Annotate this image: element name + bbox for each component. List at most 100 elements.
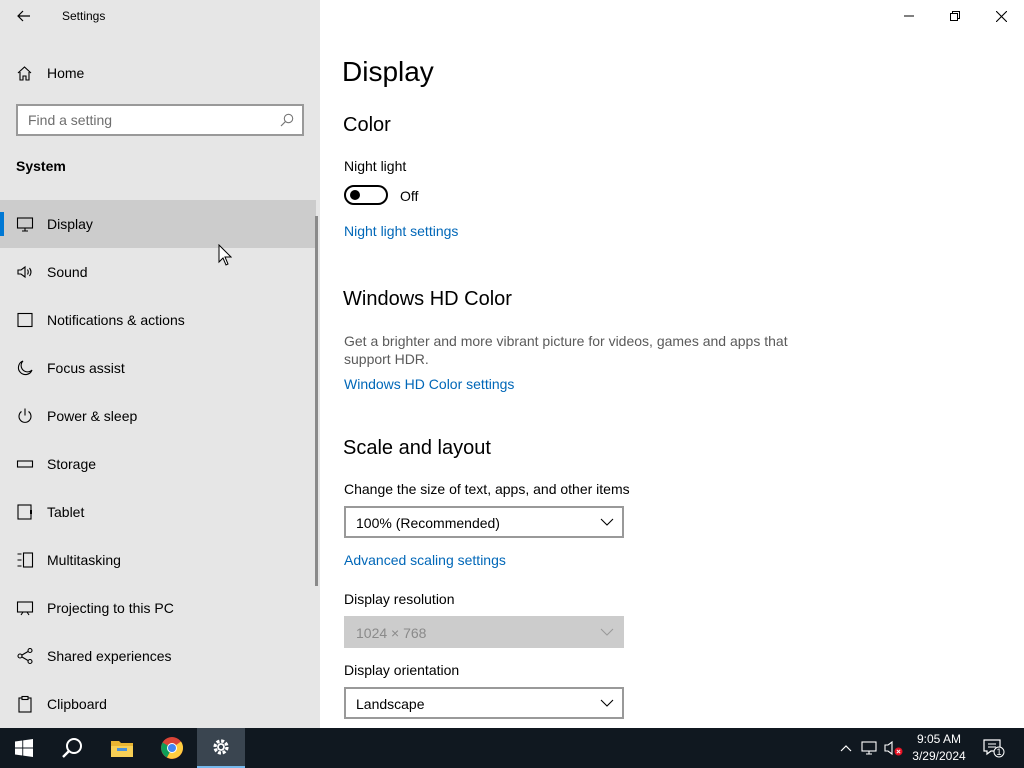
monitor-icon bbox=[16, 217, 34, 232]
power-icon bbox=[18, 408, 32, 423]
section-heading-hd-color: Windows HD Color bbox=[343, 288, 512, 310]
taskbar: 9:05 AM 3/29/2024 1 bbox=[0, 728, 1024, 768]
resolution-value: 1024 × 768 bbox=[356, 625, 427, 641]
search-icon bbox=[62, 738, 82, 758]
night-light-settings-link[interactable]: Night light settings bbox=[344, 223, 458, 239]
sidebar-item-label: Power & sleep bbox=[47, 408, 138, 424]
network-tray-button[interactable] bbox=[860, 738, 880, 758]
sidebar-item-tablet[interactable]: Tablet bbox=[0, 488, 316, 536]
sidebar-scrollbar[interactable] bbox=[315, 216, 318, 586]
speaker-icon bbox=[17, 265, 32, 279]
sidebar-item-label: Display bbox=[47, 216, 93, 232]
sidebar-item-focus-assist[interactable]: Focus assist bbox=[0, 344, 316, 392]
scale-value: 100% (Recommended) bbox=[356, 515, 500, 531]
mouse-cursor-icon bbox=[218, 244, 232, 266]
notification-count-badge: 1 bbox=[996, 747, 1002, 757]
scale-label: Change the size of text, apps, and other… bbox=[344, 481, 630, 497]
clock-time: 9:05 AM bbox=[916, 732, 962, 746]
volume-tray-button[interactable] bbox=[884, 738, 904, 758]
clipboard-icon bbox=[18, 695, 32, 713]
home-nav-item[interactable]: Home bbox=[0, 56, 320, 90]
home-label: Home bbox=[47, 65, 85, 81]
search-box[interactable] bbox=[16, 104, 304, 136]
night-light-state: Off bbox=[400, 188, 419, 204]
tablet-icon bbox=[17, 504, 32, 520]
taskbar-search-button[interactable] bbox=[48, 728, 96, 768]
title-bar-left: Settings bbox=[0, 0, 320, 32]
storage-icon bbox=[16, 460, 34, 468]
orientation-dropdown[interactable]: Landscape bbox=[344, 687, 624, 719]
resolution-label: Display resolution bbox=[344, 591, 455, 607]
home-icon bbox=[17, 66, 32, 81]
back-arrow-icon bbox=[17, 10, 30, 22]
hd-color-description: Get a brighter and more vibrant picture … bbox=[344, 333, 788, 367]
sidebar-item-label: Projecting to this PC bbox=[47, 600, 174, 616]
minimize-icon bbox=[904, 15, 914, 17]
advanced-scaling-link[interactable]: Advanced scaling settings bbox=[344, 552, 506, 568]
sidebar-item-storage[interactable]: Storage bbox=[0, 440, 316, 488]
restore-icon bbox=[950, 11, 960, 21]
chevron-down-icon bbox=[600, 628, 614, 636]
search-input[interactable] bbox=[18, 106, 274, 134]
sidebar-item-clipboard[interactable]: Clipboard bbox=[0, 680, 316, 728]
app-title: Settings bbox=[62, 9, 106, 23]
section-label-system: System bbox=[16, 158, 66, 174]
chevron-down-icon bbox=[600, 699, 614, 707]
start-button[interactable] bbox=[0, 728, 48, 768]
file-explorer-button[interactable] bbox=[98, 728, 146, 768]
sidebar-item-label: Notifications & actions bbox=[47, 312, 185, 328]
sidebar-item-multitasking[interactable]: Multitasking bbox=[0, 536, 316, 584]
sidebar-item-label: Sound bbox=[47, 264, 88, 280]
sidebar-item-label: Multitasking bbox=[47, 552, 121, 568]
notification-icon bbox=[17, 312, 33, 328]
section-heading-color: Color bbox=[343, 114, 391, 136]
chrome-button[interactable] bbox=[148, 728, 196, 768]
chevron-down-icon bbox=[600, 518, 614, 526]
system-nav-list: Display Sound Notifications & actions Fo… bbox=[0, 200, 316, 728]
show-hidden-icons-button[interactable] bbox=[836, 738, 856, 758]
sidebar-item-label: Shared experiences bbox=[47, 648, 172, 664]
section-heading-scale-layout: Scale and layout bbox=[343, 437, 491, 459]
gear-icon bbox=[213, 739, 229, 755]
restore-button[interactable] bbox=[932, 0, 978, 32]
network-icon bbox=[861, 741, 877, 755]
moon-icon bbox=[17, 360, 33, 376]
sidebar-item-projecting[interactable]: Projecting to this PC bbox=[0, 584, 316, 632]
projector-icon bbox=[16, 601, 34, 616]
orientation-value: Landscape bbox=[356, 696, 425, 712]
windows-logo-icon bbox=[15, 739, 33, 757]
taskbar-clock[interactable]: 9:05 AM 3/29/2024 bbox=[904, 731, 974, 765]
speaker-muted-icon bbox=[884, 740, 903, 756]
notification-center-icon bbox=[983, 739, 1005, 758]
page-title: Display bbox=[342, 56, 434, 87]
sidebar-item-notifications[interactable]: Notifications & actions bbox=[0, 296, 316, 344]
share-icon bbox=[17, 647, 33, 665]
sidebar-item-sound[interactable]: Sound bbox=[0, 248, 316, 296]
sidebar-item-power-sleep[interactable]: Power & sleep bbox=[0, 392, 316, 440]
sidebar-item-label: Tablet bbox=[47, 504, 85, 520]
search-icon bbox=[280, 113, 294, 127]
folder-icon bbox=[111, 741, 133, 757]
sidebar-item-shared-experiences[interactable]: Shared experiences bbox=[0, 632, 316, 680]
clock-date: 3/29/2024 bbox=[912, 749, 966, 763]
chevron-up-icon bbox=[840, 745, 852, 752]
orientation-label: Display orientation bbox=[344, 662, 460, 678]
sidebar-item-label: Focus assist bbox=[47, 360, 125, 376]
hd-color-settings-link[interactable]: Windows HD Color settings bbox=[344, 376, 514, 392]
sidebar: Settings Home System Display Sound Notif… bbox=[0, 0, 320, 728]
close-button[interactable] bbox=[978, 0, 1024, 32]
close-icon bbox=[995, 10, 1007, 22]
chrome-icon bbox=[161, 737, 184, 759]
multitasking-icon bbox=[17, 552, 34, 568]
sidebar-item-label: Clipboard bbox=[47, 696, 107, 712]
sidebar-item-display[interactable]: Display bbox=[0, 200, 316, 248]
scale-dropdown[interactable]: 100% (Recommended) bbox=[344, 506, 624, 538]
back-button[interactable] bbox=[8, 2, 40, 30]
resolution-dropdown: 1024 × 768 bbox=[344, 616, 624, 648]
action-center-button[interactable]: 1 bbox=[982, 738, 1006, 758]
night-light-toggle[interactable] bbox=[344, 185, 388, 205]
minimize-button[interactable] bbox=[886, 0, 932, 32]
settings-taskbar-button[interactable] bbox=[197, 728, 245, 768]
main-content: Display Color Night light Off Night ligh… bbox=[320, 0, 1024, 728]
night-light-label: Night light bbox=[344, 158, 407, 174]
